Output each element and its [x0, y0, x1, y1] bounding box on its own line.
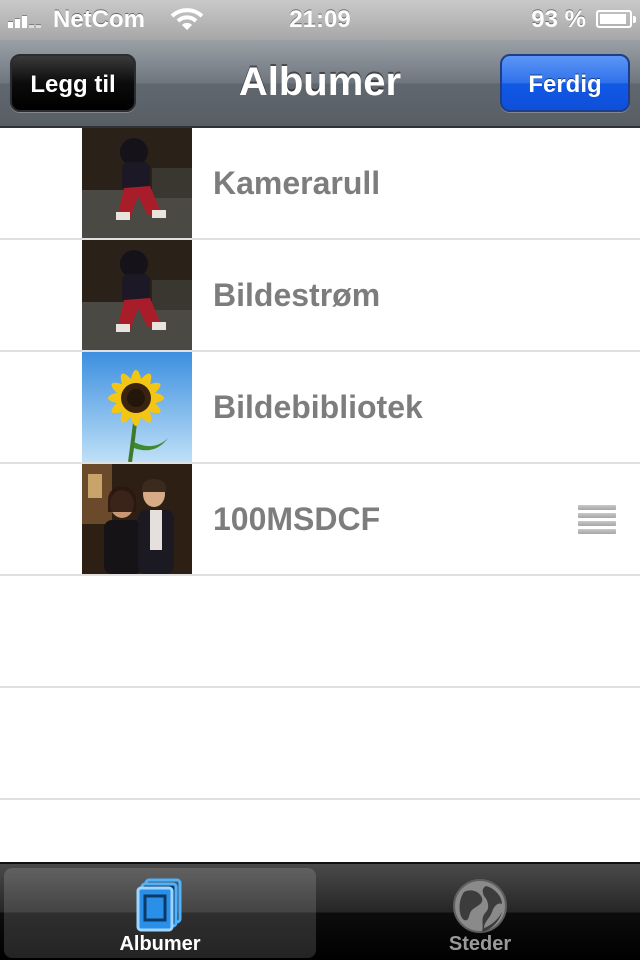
album-label: Kamerarull — [213, 165, 381, 201]
album-list: Kamerarull Bildestrøm Bildebibliotek 100… — [0, 128, 640, 800]
album-label: Bildestrøm — [213, 277, 381, 313]
album-thumbnail — [82, 240, 192, 350]
navigation-bar: Legg til Albumer Ferdig — [0, 40, 640, 128]
battery-percent: 93 % — [531, 6, 586, 33]
empty-row — [0, 688, 640, 800]
album-row-bildestrom[interactable]: Bildestrøm — [0, 240, 640, 352]
tab-label: Steder — [448, 933, 512, 955]
globe-icon — [453, 879, 507, 933]
tab-label: Albumer — [119, 933, 201, 955]
album-thumbnail — [82, 352, 192, 462]
album-label: 100MSDCF — [213, 501, 381, 537]
reorder-icon[interactable] — [578, 505, 616, 535]
album-row-kamerarull[interactable]: Kamerarull — [0, 128, 640, 240]
empty-row — [0, 576, 640, 688]
album-label: Bildebibliotek — [213, 389, 423, 425]
album-row-bildebibliotek[interactable]: Bildebibliotek — [0, 352, 640, 464]
album-thumbnail — [82, 128, 192, 238]
battery-level — [600, 14, 626, 24]
tab-albums[interactable]: Albumer — [4, 868, 316, 958]
done-button[interactable]: Ferdig — [500, 54, 630, 112]
album-thumbnail — [82, 464, 192, 574]
tab-places[interactable]: Steder — [324, 868, 636, 958]
albums-icon — [136, 878, 182, 932]
album-row-100msdcf[interactable]: 100MSDCF — [0, 464, 640, 576]
battery-icon — [596, 10, 636, 28]
status-bar: NetCom 21:09 93 % — [0, 0, 640, 40]
tab-bar: Albumer Steder — [0, 862, 640, 960]
